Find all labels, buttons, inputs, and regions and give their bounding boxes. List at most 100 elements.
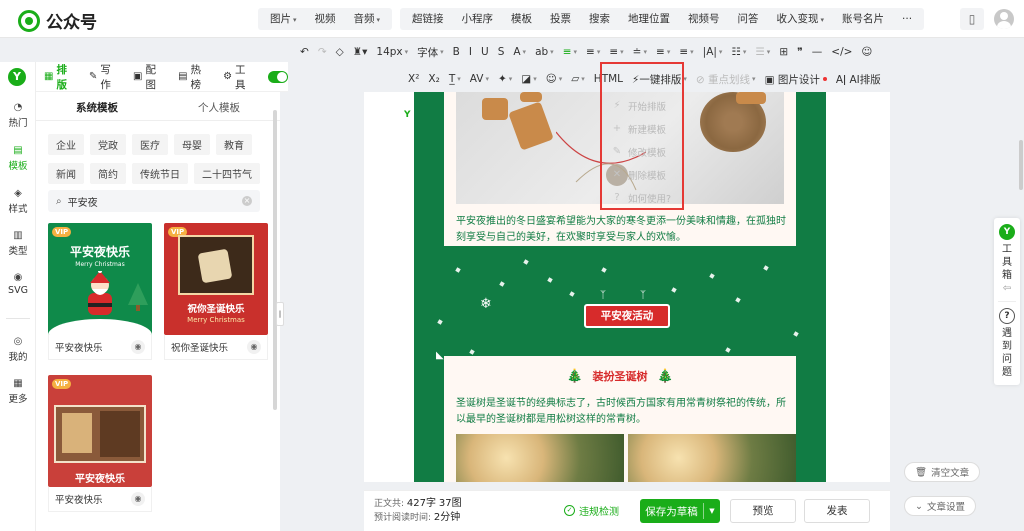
search-input[interactable]: 平安夜 xyxy=(68,194,236,209)
preview-button[interactable]: 预览 xyxy=(730,499,796,523)
topnav-item[interactable]: 图片 ▾ xyxy=(262,8,305,31)
topnav-item[interactable]: 小程序 xyxy=(454,8,502,30)
line-height-icon[interactable]: ≐ ▾ xyxy=(633,46,647,58)
rail-item-types[interactable]: ▥ 类型 xyxy=(0,230,36,257)
align-left-icon[interactable]: ≡ ▾ xyxy=(563,46,577,58)
rail-item-mine[interactable]: ◎ 我的 xyxy=(0,336,36,363)
category-chip[interactable]: 简约 xyxy=(90,163,126,184)
rail-item-more[interactable]: ▦ 更多 xyxy=(0,378,36,405)
category-chip[interactable]: 企业 xyxy=(48,134,84,155)
tab-personal-templates[interactable]: 个人模板 xyxy=(158,100,280,122)
topnav-item[interactable]: 视频 xyxy=(307,8,344,30)
save-draft-button[interactable]: 保存为草稿 ▼ xyxy=(640,499,720,523)
start-layout-item[interactable]: ⚡ 开始排版 xyxy=(604,94,680,117)
rail-item-templates[interactable]: ▤ 模板 xyxy=(0,145,36,172)
rail-item-hot[interactable]: ◔ 热门 xyxy=(0,102,36,129)
editor-scrollbar[interactable] xyxy=(1019,140,1023,190)
paragraph-spacing-icon[interactable]: ≡ ▾ xyxy=(656,46,670,58)
plugin-logo-icon[interactable]: Y xyxy=(8,68,26,86)
topnav-item[interactable]: 模板 xyxy=(503,8,540,30)
align-center-icon[interactable]: ≡ ▾ xyxy=(586,46,600,58)
emoji-icon[interactable]: ☺ xyxy=(861,46,872,58)
help-button[interactable]: ? 遇到问题 xyxy=(994,302,1020,385)
font-size-select[interactable]: 14px ▾ xyxy=(376,46,408,58)
list-icon[interactable]: ≡ ▾ xyxy=(679,46,693,58)
rail-item-styles[interactable]: ◈ 样式 xyxy=(0,188,36,215)
template-card[interactable]: VIP 平安夜快乐 Merry Christmas 平安夜快乐 ◉ xyxy=(48,223,152,360)
preview-eye-icon[interactable]: ◉ xyxy=(131,492,145,506)
topnav-item[interactable]: 账号名片 xyxy=(834,8,892,30)
letter-spacing-icon[interactable]: |A| ▾ xyxy=(703,46,723,58)
magic-icon[interactable]: ✦ ▾ xyxy=(498,73,512,85)
bullet-list-icon[interactable]: ☷ ▾ xyxy=(731,46,746,58)
toolbox-button[interactable]: Y 工具箱 ⇦ xyxy=(994,218,1020,301)
template-thumbnail[interactable]: VIP 平安夜快乐 Merry Christmas xyxy=(48,223,152,335)
indent-icon[interactable]: ≡ ▾ xyxy=(609,46,623,58)
image-icon[interactable]: ▱ ▾ xyxy=(571,73,585,85)
superscript-icon[interactable]: X² xyxy=(408,73,419,85)
topnav-item[interactable]: 收入变现 ▾ xyxy=(769,8,833,31)
category-chip[interactable]: 二十四节气 xyxy=(194,163,260,184)
template-thumbnail[interactable]: VIP 平安夜快乐 xyxy=(48,375,152,487)
category-chip[interactable]: 传统节日 xyxy=(132,163,188,184)
code-icon[interactable]: </> xyxy=(831,46,852,58)
category-chip[interactable]: 教育 xyxy=(216,134,252,155)
number-list-icon[interactable]: ☰ ▾ xyxy=(755,46,770,58)
chevron-down-icon[interactable]: ▼ xyxy=(704,507,720,515)
plugin-toggle[interactable] xyxy=(267,70,289,83)
tab-layout[interactable]: ▦ 排版 xyxy=(44,62,75,92)
article-settings-button[interactable]: ⌄ 文章设置 xyxy=(904,496,976,516)
tab-writing[interactable]: ✎ 写作 xyxy=(89,62,119,92)
tab-trending[interactable]: ▤ 热榜 xyxy=(178,62,209,92)
publish-button[interactable]: 发表 xyxy=(804,499,870,523)
template-card[interactable]: VIP 祝你圣诞快乐 Merry Christmas 祝你圣诞快乐 ◉ xyxy=(164,223,268,360)
delete-template-item[interactable]: ✕ 删除模板 xyxy=(604,163,680,186)
font-family-select[interactable]: 字体 ▾ xyxy=(417,45,444,60)
format-painter-icon[interactable]: ♜▾ xyxy=(353,46,368,58)
topnav-item[interactable]: 问答 xyxy=(730,8,767,30)
panel-resize-handle[interactable]: ‖ xyxy=(276,302,284,326)
redo-icon[interactable]: ↷ xyxy=(318,46,327,58)
edit-template-item[interactable]: ✎ 修改模板 xyxy=(604,140,680,163)
subscript-icon[interactable]: X₂ xyxy=(428,73,439,85)
bold-icon[interactable]: B xyxy=(453,46,460,58)
text-border-icon[interactable]: T̲ ▾ xyxy=(449,73,461,85)
category-chip[interactable]: 母婴 xyxy=(174,134,210,155)
new-template-item[interactable]: + 新建模板 xyxy=(604,117,680,140)
emoji2-icon[interactable]: ☺ ▾ xyxy=(546,73,562,85)
kerning-icon[interactable]: AV ▾ xyxy=(470,73,489,85)
template-search[interactable]: ⌕ 平安夜 × xyxy=(48,190,260,212)
category-chip[interactable]: 新闻 xyxy=(48,163,84,184)
tab-tools[interactable]: ⚙ 工具 xyxy=(223,62,254,92)
undo-icon[interactable]: ↶ xyxy=(300,46,309,58)
topnav-item[interactable]: 超链接 xyxy=(404,8,452,30)
avatar[interactable] xyxy=(994,9,1014,29)
image-design-button[interactable]: ▣ 图片设计 xyxy=(765,72,827,87)
highlight-line-button[interactable]: ⊘ 重点划线 ▾ xyxy=(696,72,756,87)
quote-icon[interactable]: ❞ xyxy=(797,46,803,58)
template-thumbnail[interactable]: VIP 祝你圣诞快乐 Merry Christmas xyxy=(164,223,268,335)
strikethrough-icon[interactable]: S xyxy=(498,46,505,58)
template-card[interactable]: VIP 平安夜快乐 平安夜快乐 ◉ xyxy=(48,375,152,512)
divider-icon[interactable]: — xyxy=(812,46,823,58)
eraser-icon[interactable]: ◇ xyxy=(336,46,344,58)
font-color-icon[interactable]: A ▾ xyxy=(513,46,526,58)
italic-icon[interactable]: I xyxy=(469,46,472,58)
topnav-item[interactable]: 视频号 xyxy=(680,8,728,30)
compliance-check-button[interactable]: ✓ 违规检测 xyxy=(564,503,619,518)
preview-eye-icon[interactable]: ◉ xyxy=(131,340,145,354)
topnav-item[interactable]: 地理位置 xyxy=(620,8,678,30)
how-to-use-item[interactable]: ? 如何使用? xyxy=(604,186,680,209)
preview-eye-icon[interactable]: ◉ xyxy=(247,340,261,354)
tab-system-templates[interactable]: 系统模板 xyxy=(36,100,158,122)
ai-layout-button[interactable]: Aǀ AI排版 xyxy=(836,72,881,87)
clear-search-icon[interactable]: × xyxy=(242,196,252,206)
topnav-item[interactable]: 搜索 xyxy=(581,8,618,30)
panel-scrollbar[interactable] xyxy=(273,110,277,410)
table-icon[interactable]: ⊞ xyxy=(779,46,788,58)
mobile-preview-icon[interactable]: ▯ xyxy=(960,8,984,30)
clear-article-button[interactable]: 🗑 清空文章 xyxy=(904,462,981,482)
highlight-icon[interactable]: ab ▾ xyxy=(535,46,554,58)
topnav-item[interactable]: 投票 xyxy=(542,8,579,30)
category-chip[interactable]: 党政 xyxy=(90,134,126,155)
